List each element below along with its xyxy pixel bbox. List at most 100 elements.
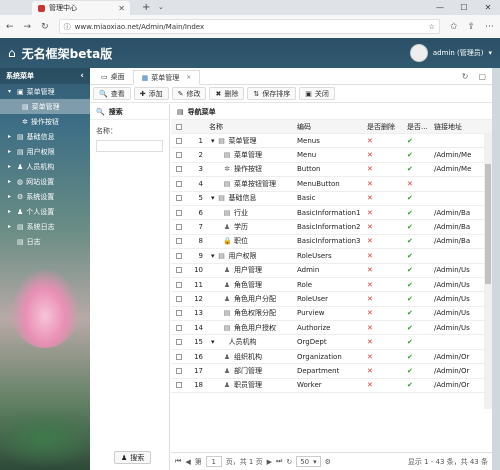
row-checkbox[interactable] <box>171 353 185 360</box>
row-checkbox[interactable] <box>171 324 185 331</box>
select-all-checkbox[interactable] <box>171 123 185 130</box>
name-input[interactable] <box>96 140 163 152</box>
toolbar-button[interactable]: 🔍 查看 <box>93 87 131 100</box>
row-checkbox[interactable] <box>171 209 185 216</box>
sidebar-item[interactable]: ▸ ◍ 网站设置 <box>0 174 90 189</box>
row-checkbox[interactable] <box>171 382 185 389</box>
row-checkbox[interactable] <box>171 267 185 274</box>
favorites-icon[interactable]: ✩ <box>450 22 458 32</box>
tab-menu-management[interactable]: ▦ 菜单管理 ✕ <box>132 70 201 85</box>
table-row[interactable]: 13 ▤ 角色权限分配 Purview ✕ ✔/Admin/Us <box>171 307 492 322</box>
more-icon[interactable]: ⋯ <box>485 22 494 32</box>
toolbar-button[interactable]: ✚ 添加 <box>133 87 169 100</box>
tab-menu-chevron-icon[interactable]: ⌄ <box>158 3 164 11</box>
sidebar-item[interactable]: ▸ ▤ 系统日志 <box>0 219 90 234</box>
refresh-icon[interactable]: ↻ <box>462 72 469 81</box>
row-checkbox[interactable] <box>171 252 185 259</box>
search-button[interactable]: ♟ 搜索 <box>114 451 152 464</box>
check-icon: ✔ <box>407 237 413 246</box>
url-text[interactable]: www.miaoxiao.net/Admin/Main/Index <box>75 23 425 31</box>
column-header-enabled[interactable]: 是否... <box>405 122 432 132</box>
row-checkbox[interactable] <box>171 195 185 202</box>
table-row[interactable]: 11 ♟ 角色管理 Role ✕ ✔/Admin/Us <box>171 278 492 293</box>
table-row[interactable]: 6 ▤ 行业 BasicInformation1 ✕ ✔/Admin/Ba <box>171 206 492 221</box>
page-number-input[interactable]: 1 <box>205 456 222 467</box>
row-checkbox[interactable] <box>171 238 185 245</box>
maximize-button[interactable]: ☐ <box>452 0 476 14</box>
scrollbar-thumb[interactable] <box>485 164 491 284</box>
grid-settings-icon[interactable]: ⚙ <box>325 458 331 466</box>
table-row[interactable]: 15 ▾ 人员机构 OrgDept ✕ ✔ <box>171 335 492 350</box>
column-header-code[interactable]: 编码 <box>295 122 365 132</box>
reload-icon[interactable]: ↻ <box>41 22 49 32</box>
table-row[interactable]: 8 🔒 职位 BasicInformation3 ✕ ✔/Admin/Ba <box>171 235 492 250</box>
table-row[interactable]: 16 ♟ 组织机构 Organization ✕ ✔/Admin/Or <box>171 350 492 365</box>
vertical-scrollbar[interactable] <box>484 134 492 409</box>
page-size-select[interactable]: 50 ▾ <box>296 456 321 467</box>
table-row[interactable]: 9 ▾ ▤ 用户权限 RoleUsers ✕ ✔ <box>171 249 492 264</box>
minimize-button[interactable]: — <box>428 0 452 14</box>
table-row[interactable]: 18 ♟ 职员管理 Worker ✕ ✔/Admin/Or <box>171 379 492 394</box>
close-window-button[interactable]: ✕ <box>476 0 500 14</box>
toolbar-button[interactable]: ✖ 删除 <box>209 87 245 100</box>
table-row[interactable]: 1 ▾ ▤ 菜单管理 Menus ✕ ✔ <box>171 134 492 149</box>
share-icon[interactable]: ⇪ <box>467 22 475 32</box>
sidebar-item[interactable]: ▸ ♟ 个人设置 <box>0 204 90 219</box>
toolbar-button[interactable]: ▣ 关闭 <box>299 87 335 100</box>
close-tab-icon[interactable]: ✕ <box>186 74 191 81</box>
sidebar-item[interactable]: ▸ ♟ 人员机构 <box>0 159 90 174</box>
user-menu[interactable]: admin (管理员) ▾ <box>409 44 492 62</box>
first-page-icon[interactable]: ⏮ <box>175 457 181 466</box>
reload-page-icon[interactable]: ↻ <box>286 458 292 466</box>
sidebar-item[interactable]: ▸ ▤ 用户权限 <box>0 144 90 159</box>
tree-expand-icon[interactable]: ▾ <box>211 338 215 346</box>
row-checkbox[interactable] <box>171 295 185 302</box>
row-checkbox[interactable] <box>171 339 185 346</box>
address-bar[interactable]: ⓘ www.miaoxiao.net/Admin/Main/Index ☆ <box>58 19 440 34</box>
table-row[interactable]: 3 ✲ 操作按钮 Button ✕ ✔ /Admin/Me <box>171 163 492 178</box>
sidebar-item[interactable]: ▸ ▤ 基础信息 <box>0 129 90 144</box>
tree-expand-icon[interactable]: ▾ <box>211 252 215 260</box>
toolbar-button[interactable]: ⇅ 保存排序 <box>247 87 297 100</box>
tab-desktop[interactable]: ▭ 桌面 <box>93 69 133 84</box>
browser-tab[interactable]: 管理中心 ✕ <box>32 1 130 15</box>
row-checkbox[interactable] <box>171 367 185 374</box>
table-row[interactable]: 7 ♟ 学历 BasicInformation2 ✕ ✔/Admin/Ba <box>171 220 492 235</box>
table-row[interactable]: 14 ▤ 角色用户授权 Authorize ✕ ✔/Admin/Us <box>171 321 492 336</box>
forward-icon[interactable]: → <box>24 22 32 32</box>
column-header-deleted[interactable]: 是否删除 <box>365 122 405 132</box>
sidebar-item[interactable]: ▸ ⚙ 系统设置 <box>0 189 90 204</box>
row-checkbox[interactable] <box>171 180 185 187</box>
home-icon[interactable]: ⌂ <box>8 46 16 60</box>
row-checkbox[interactable] <box>171 137 185 144</box>
sidebar-item[interactable]: ▤ 菜单管理 <box>0 99 90 114</box>
table-row[interactable]: 12 ♟ 角色用户分配 RoleUser ✕ ✔/Admin/Us <box>171 292 492 307</box>
row-checkbox[interactable] <box>171 224 185 231</box>
fullscreen-icon[interactable]: ▢ <box>478 72 486 81</box>
last-page-icon[interactable]: ⏭ <box>276 457 282 466</box>
close-tab-icon[interactable]: ✕ <box>118 4 125 13</box>
row-checkbox[interactable] <box>171 152 185 159</box>
row-checkbox[interactable] <box>171 310 185 317</box>
collapse-sidebar-icon[interactable]: ‹ <box>80 71 84 81</box>
column-header-link[interactable]: 链接地址 <box>432 122 492 132</box>
table-row[interactable]: 4 ▤ 菜单按钮管理 MenuButton ✕ ✕ <box>171 177 492 192</box>
table-row[interactable]: 17 ♟ 部门管理 Department ✕ ✔/Admin/Or <box>171 364 492 379</box>
tree-expand-icon[interactable]: ▾ <box>211 137 215 145</box>
table-row[interactable]: 2 ▤ 菜单管理 Menu ✕ ✔/Admin/Me <box>171 148 492 163</box>
toolbar-button[interactable]: ✎ 修改 <box>171 87 207 100</box>
new-tab-icon[interactable]: + <box>142 2 150 13</box>
sidebar-item[interactable]: ▾ ▣ 菜单管理 <box>0 84 90 99</box>
prev-page-icon[interactable]: ◀ <box>185 458 190 466</box>
row-checkbox[interactable] <box>171 281 185 288</box>
table-row[interactable]: 5 ▾ ▤ 基础信息 Basic ✕ ✔ <box>171 192 492 206</box>
sidebar-item[interactable]: ✲ 操作按钮 <box>0 114 90 129</box>
column-header-name[interactable]: 名称 <box>207 122 295 132</box>
sidebar-item[interactable]: ▤ 日志 <box>0 234 90 249</box>
star-icon[interactable]: ☆ <box>429 23 435 31</box>
tree-expand-icon[interactable]: ▾ <box>211 194 215 202</box>
back-icon[interactable]: ← <box>6 22 14 32</box>
table-row[interactable]: 10 ♟ 用户管理 Admin ✕ ✔/Admin/Us <box>171 264 492 278</box>
next-page-icon[interactable]: ▶ <box>267 458 272 466</box>
row-checkbox[interactable] <box>171 166 185 173</box>
